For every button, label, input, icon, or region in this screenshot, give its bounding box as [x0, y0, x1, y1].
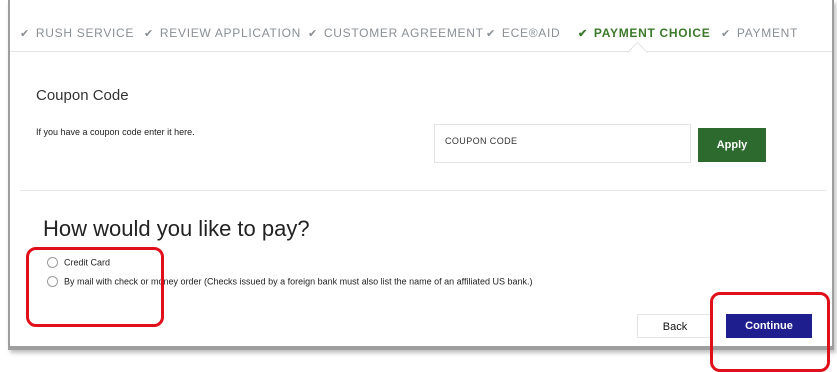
payment-option-mail[interactable]: By mail with check or money order (Check… [47, 276, 533, 288]
continue-button[interactable]: Continue [726, 314, 812, 338]
step-customer-agreement[interactable]: ✔ CUSTOMER AGREEMENT [308, 26, 484, 40]
step-label: ECE®AID [501, 26, 561, 40]
step-eceaid[interactable]: ✔ ECE®AID [486, 26, 560, 40]
section-divider [20, 190, 826, 191]
step-label: REVIEW APPLICATION [159, 26, 301, 40]
page-frame [8, 0, 834, 350]
step-label: CUSTOMER AGREEMENT [323, 26, 484, 40]
coupon-help-text: If you have a coupon code enter it here. [36, 127, 195, 137]
radio-button[interactable] [47, 257, 58, 269]
payment-section-title: How would you like to pay? [43, 216, 310, 241]
step-label: RUSH SERVICE [35, 26, 135, 40]
check-icon: ✔ [308, 28, 318, 40]
step-rush-service[interactable]: ✔ RUSH SERVICE [20, 26, 134, 40]
step-label: PAYMENT [736, 26, 799, 40]
check-icon: ✔ [144, 28, 154, 40]
payment-option-label: By mail with check or money order (Check… [64, 276, 533, 287]
step-label: PAYMENT CHOICE [593, 26, 711, 40]
payment-option-label: Credit Card [64, 257, 111, 268]
check-icon: ✔ [20, 28, 30, 40]
radio-button[interactable] [47, 276, 58, 288]
payment-option-credit-card[interactable]: Credit Card [47, 257, 111, 269]
step-review-application[interactable]: ✔ REVIEW APPLICATION [144, 26, 301, 40]
back-button[interactable]: Back [637, 314, 713, 338]
check-icon: ✔ [578, 28, 588, 40]
progress-steps: ✔ RUSH SERVICE ✔ REVIEW APPLICATION ✔ CUSTO… [10, 0, 832, 64]
coupon-code-input[interactable]: COUPON CODE [434, 124, 691, 163]
check-icon: ✔ [486, 28, 496, 40]
step-payment[interactable]: ✔ PAYMENT [721, 26, 798, 40]
check-icon: ✔ [721, 28, 731, 40]
step-payment-choice[interactable]: ✔ PAYMENT CHOICE [578, 26, 710, 40]
coupon-section-title: Coupon Code [36, 87, 129, 104]
apply-button[interactable]: Apply [698, 128, 766, 162]
